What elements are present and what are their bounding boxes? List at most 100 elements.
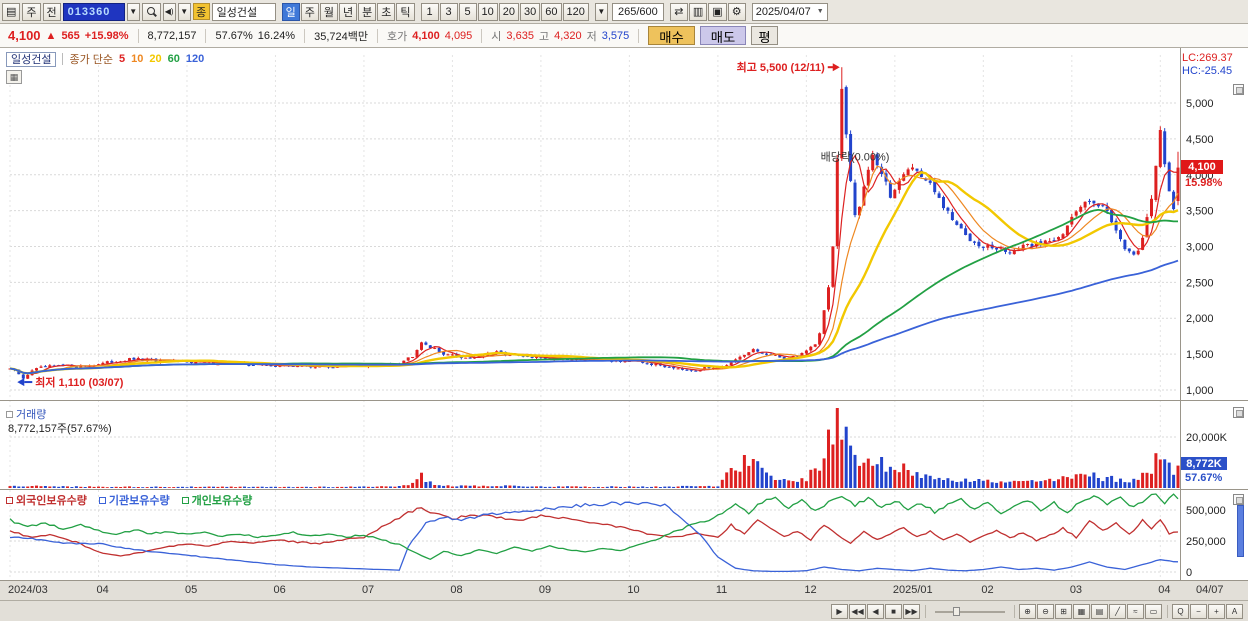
candle-counter: 265/600 xyxy=(611,2,664,21)
main-panel-menu-box[interactable] xyxy=(1233,84,1244,95)
minute-button[interactable]: 20 xyxy=(498,2,520,21)
holdings-scrollbar-thumb[interactable] xyxy=(1237,505,1244,557)
x-axis-month-label: 02 xyxy=(981,584,994,596)
playback-button[interactable]: ▶▶ xyxy=(903,603,920,619)
playback-button-group: ▶ ◀◀ ◀ ■ ▶▶ xyxy=(831,603,921,619)
bid-price: 4,095 xyxy=(444,29,473,42)
holdings-panel-menu-box[interactable] xyxy=(1233,494,1244,505)
current-price-percent: 15.98% xyxy=(1185,177,1223,189)
playback-button[interactable]: ▶ xyxy=(831,603,848,619)
ma-period-label: 5 xyxy=(119,53,126,65)
period-button[interactable]: 주 xyxy=(300,2,319,21)
minute-button[interactable]: 1 xyxy=(420,2,439,21)
ma-period-label: 20 xyxy=(149,53,162,65)
week-shortcut-button[interactable]: 주 xyxy=(22,2,41,21)
current-volume-percent: 57.67% xyxy=(1185,472,1223,484)
zoom-slider-thumb[interactable] xyxy=(953,606,960,616)
svg-text:최고 5,500 (12/11): 최고 5,500 (12/11) xyxy=(737,60,825,74)
minute-button-group: 1 3 5 10 20 30 60 120 xyxy=(420,2,589,21)
legend-square-icon xyxy=(6,496,13,504)
sell-button[interactable]: 매도 xyxy=(699,26,747,45)
chart-tool-button[interactable]: ⊖ xyxy=(1037,603,1054,619)
holdings-legend-item: 외국인보유수량 xyxy=(6,492,87,508)
svg-text:250,000: 250,000 xyxy=(1186,536,1226,548)
date-picker[interactable]: 2025/04/07 ▼ xyxy=(751,2,828,21)
playback-button[interactable]: ◀ xyxy=(867,603,884,619)
zoom-slider[interactable] xyxy=(935,604,1005,619)
high-price: 4,320 xyxy=(554,29,582,42)
interval-dropdown-icon[interactable]: ▼ xyxy=(594,2,608,21)
svg-text:3,500: 3,500 xyxy=(1186,206,1214,218)
holdings-series-name: 개인보유수량 xyxy=(191,495,253,507)
x-axis-month-label: 06 xyxy=(273,584,286,596)
zoom-slider-track xyxy=(935,610,1005,613)
date-dropdown-icon: ▼ xyxy=(816,8,824,15)
search-button[interactable] xyxy=(141,2,161,21)
playback-button[interactable]: ■ xyxy=(885,603,902,619)
x-axis-month-label: 04 xyxy=(1158,584,1171,596)
chart-tool-button[interactable]: ▭ xyxy=(1145,603,1162,619)
chart-tool-button[interactable]: ⊞ xyxy=(1055,603,1072,619)
zoom-button[interactable]: + xyxy=(1208,603,1225,619)
minute-button[interactable]: 120 xyxy=(562,2,589,21)
stock-dropdown-icon[interactable]: ▼ xyxy=(177,2,191,21)
chart-tool-button[interactable]: ⊕ xyxy=(1019,603,1036,619)
period-button[interactable]: 년 xyxy=(339,2,358,21)
volume-panel-menu-box[interactable] xyxy=(1233,407,1244,418)
lc-value: LC:269.37 xyxy=(1182,52,1233,64)
period-button-group: 일주월년분초틱 xyxy=(281,2,415,21)
chart-tool-button[interactable]: ▤ xyxy=(1091,603,1108,619)
stock-code-value: 013360 xyxy=(67,5,111,18)
chart-tool-button[interactable]: ▦ xyxy=(1073,603,1090,619)
minute-button[interactable]: 5 xyxy=(458,2,477,21)
svg-text:1,000: 1,000 xyxy=(1186,385,1214,397)
ma-period-label: 120 xyxy=(185,53,205,65)
chart-grid-tool-icon[interactable]: ▦ xyxy=(6,70,22,84)
holdings-legend-item: 개인보유수량 xyxy=(181,492,253,508)
high-label: 고 xyxy=(538,30,550,43)
period-button[interactable]: 틱 xyxy=(396,2,415,21)
buy-button[interactable]: 매수 xyxy=(648,26,695,45)
stock-name-input[interactable]: 일성건설 xyxy=(211,2,276,21)
period-button[interactable]: 분 xyxy=(358,2,377,21)
minute-button[interactable]: 60 xyxy=(541,2,562,21)
multi-chart-icon[interactable]: ▥ xyxy=(688,2,708,21)
chart-window-icon[interactable]: ▤ xyxy=(2,2,21,21)
legend-square-icon xyxy=(98,496,106,504)
average-button[interactable]: 평 xyxy=(751,26,778,45)
chart-tool-button[interactable]: ╱ xyxy=(1109,603,1126,619)
chart-tool-button[interactable]: ≈ xyxy=(1127,603,1144,619)
trading-chart-window: ▤ 주 전 013360 ▼ ◀) ▼ 종 일성건설 일주월년분초틱 1 3 5 10… xyxy=(0,0,1248,621)
zoom-button[interactable]: Q xyxy=(1172,603,1189,619)
code-dropdown-icon[interactable]: ▼ xyxy=(126,2,140,21)
minute-button[interactable]: 30 xyxy=(520,2,541,21)
prev-stock-button[interactable]: 전 xyxy=(42,2,61,21)
minute-button[interactable]: 10 xyxy=(477,2,498,21)
save-icon[interactable]: ▣ xyxy=(708,2,727,21)
zoom-button[interactable]: − xyxy=(1190,603,1207,619)
low-price: 3,575 xyxy=(601,29,630,42)
x-axis-month-label: 05 xyxy=(184,584,198,596)
speaker-icon[interactable]: ◀) xyxy=(162,2,176,21)
turnover-ratio: 16.24% xyxy=(257,29,296,42)
change-value: 565 xyxy=(61,29,80,42)
playback-button[interactable]: ◀◀ xyxy=(849,603,866,619)
x-axis-strip: 04/07 2024/03 04 05 06 07 08 09 10 11 12 2025/01 02… xyxy=(0,580,1248,600)
minute-button[interactable]: 3 xyxy=(439,2,458,21)
zoom-button-group: Q − + A xyxy=(1172,603,1244,619)
stock-code-input[interactable]: 013360 xyxy=(62,2,125,21)
svg-text:5,000: 5,000 xyxy=(1186,98,1214,110)
svg-text:500,000: 500,000 xyxy=(1186,505,1226,517)
period-button[interactable]: 월 xyxy=(319,2,339,21)
x-axis-month-label: 03 xyxy=(1069,584,1083,596)
zoom-button[interactable]: A xyxy=(1226,603,1243,619)
settings-gear-icon[interactable]: ⚙ xyxy=(727,2,746,21)
holdings-legend: 외국인보유수량 기관보유수량 개인보유수량 xyxy=(6,492,252,508)
change-arrow-icon: ▲ xyxy=(45,29,57,42)
period-button[interactable]: 일 xyxy=(281,2,300,21)
stock-name-value: 일성건설 xyxy=(216,6,258,19)
compare-icon[interactable]: ⇄ xyxy=(669,2,688,21)
period-button[interactable]: 초 xyxy=(377,2,396,21)
x-axis-month-label: 04 xyxy=(96,584,109,596)
ma-period-list: 5 10 20 60 120 xyxy=(119,53,210,65)
